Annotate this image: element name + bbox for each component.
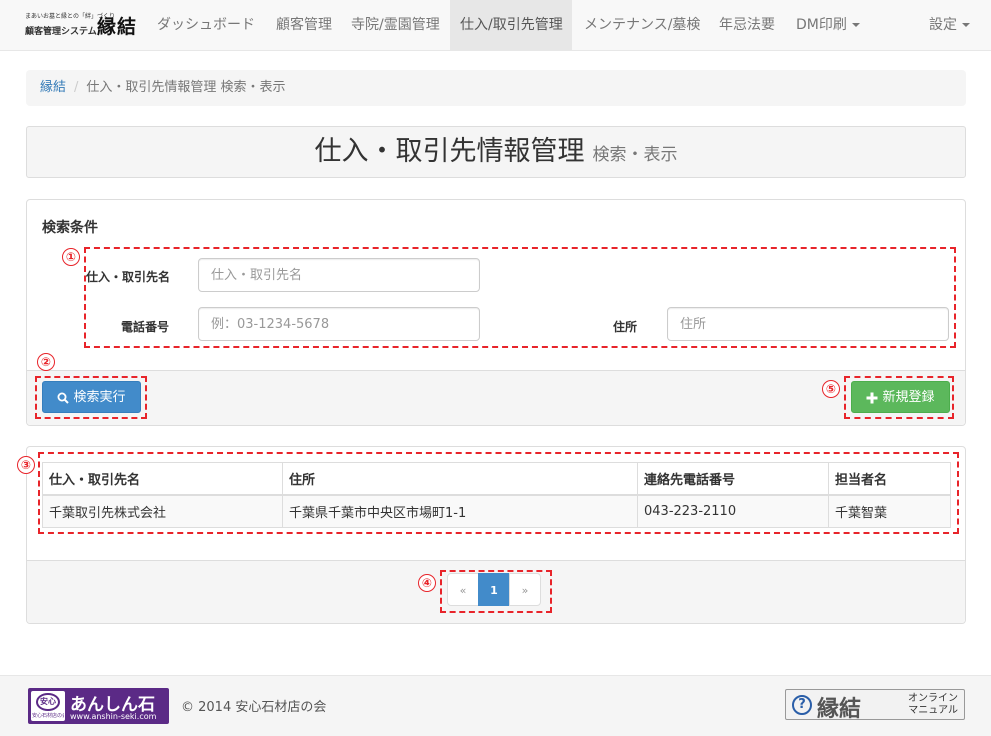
annotation-marker-3: ③ — [17, 456, 35, 474]
annotation-box-results-table — [38, 452, 959, 534]
chevron-down-icon — [851, 23, 860, 27]
breadcrumb-home-link[interactable]: 縁結 — [40, 80, 66, 95]
nav-temple[interactable]: 寺院/霊園管理 — [341, 0, 450, 50]
annotation-box-new-button — [844, 376, 954, 419]
nav-maintenance[interactable]: メンテナンス/墓検 — [574, 0, 710, 50]
online-manual-button[interactable]: ? 縁結 オンライン マニュアル — [785, 689, 965, 722]
breadcrumb-separator: / — [74, 80, 79, 95]
page-title: 仕入・取引先情報管理 — [314, 136, 585, 167]
annotation-marker-1: ① — [62, 248, 80, 266]
brand-logo-text: 縁結 — [97, 16, 138, 38]
annotation-marker-4: ④ — [418, 574, 436, 592]
annotation-box-search-button — [35, 376, 147, 419]
annotation-box-search-fields — [84, 247, 956, 348]
anshin-badge-subtext: 安心石材店の会 — [32, 713, 64, 719]
annotation-box-pagination — [440, 570, 552, 613]
annotation-marker-2: ② — [37, 353, 55, 371]
page-subtitle: 検索・表示 — [592, 145, 678, 165]
brand-logo[interactable]: まあいお墓と縁との「絆」づくり 顧客管理システム 縁結 — [25, 8, 145, 42]
nav-dm-print[interactable]: DM印刷 — [786, 0, 870, 50]
anshin-seki-logo[interactable]: 安心 安心石材店の会 あんしん石 www.anshin-seki.com — [28, 688, 169, 724]
search-panel-footer: 検索実行 新規登録 — [27, 370, 965, 425]
chevron-down-icon — [962, 23, 970, 27]
anshin-badge-text: 安心 — [36, 693, 60, 711]
breadcrumb-current: 仕入・取引先情報管理 検索・表示 — [86, 80, 286, 95]
anshin-badge-icon: 安心 安心石材店の会 — [31, 691, 65, 721]
top-navbar: まあいお墓と縁との「絆」づくり 顧客管理システム 縁結 ダッシュボード 顧客管理… — [0, 0, 991, 51]
page-header: 仕入・取引先情報管理 検索・表示 — [26, 126, 966, 178]
manual-logo-text: 縁結 — [817, 696, 862, 722]
annotation-marker-5: ⑤ — [822, 380, 840, 398]
nav-settings-label: 設定 — [929, 17, 957, 33]
nav-dashboard[interactable]: ダッシュボード — [147, 0, 265, 50]
copyright-text: © 2014 安心石材店の会 — [181, 700, 327, 715]
nav-supplier[interactable]: 仕入/取引先管理 — [450, 0, 572, 50]
breadcrumb: 縁結 / 仕入・取引先情報管理 検索・表示 — [26, 70, 966, 106]
nav-settings[interactable]: 設定 — [919, 0, 980, 50]
nav-dm-print-label: DM印刷 — [796, 17, 847, 33]
search-heading: 検索条件 — [42, 220, 98, 236]
nav-memorial[interactable]: 年忌法要 — [709, 0, 785, 50]
site-footer: 安心 安心石材店の会 あんしん石 www.anshin-seki.com © 2… — [0, 675, 991, 736]
nav-customer[interactable]: 顧客管理 — [266, 0, 342, 50]
manual-label: オンライン マニュアル — [908, 693, 958, 716]
help-icon: ? — [792, 695, 812, 715]
brand-system-name: 顧客管理システム — [25, 27, 97, 37]
anshin-logo-url: www.anshin-seki.com — [70, 712, 157, 721]
